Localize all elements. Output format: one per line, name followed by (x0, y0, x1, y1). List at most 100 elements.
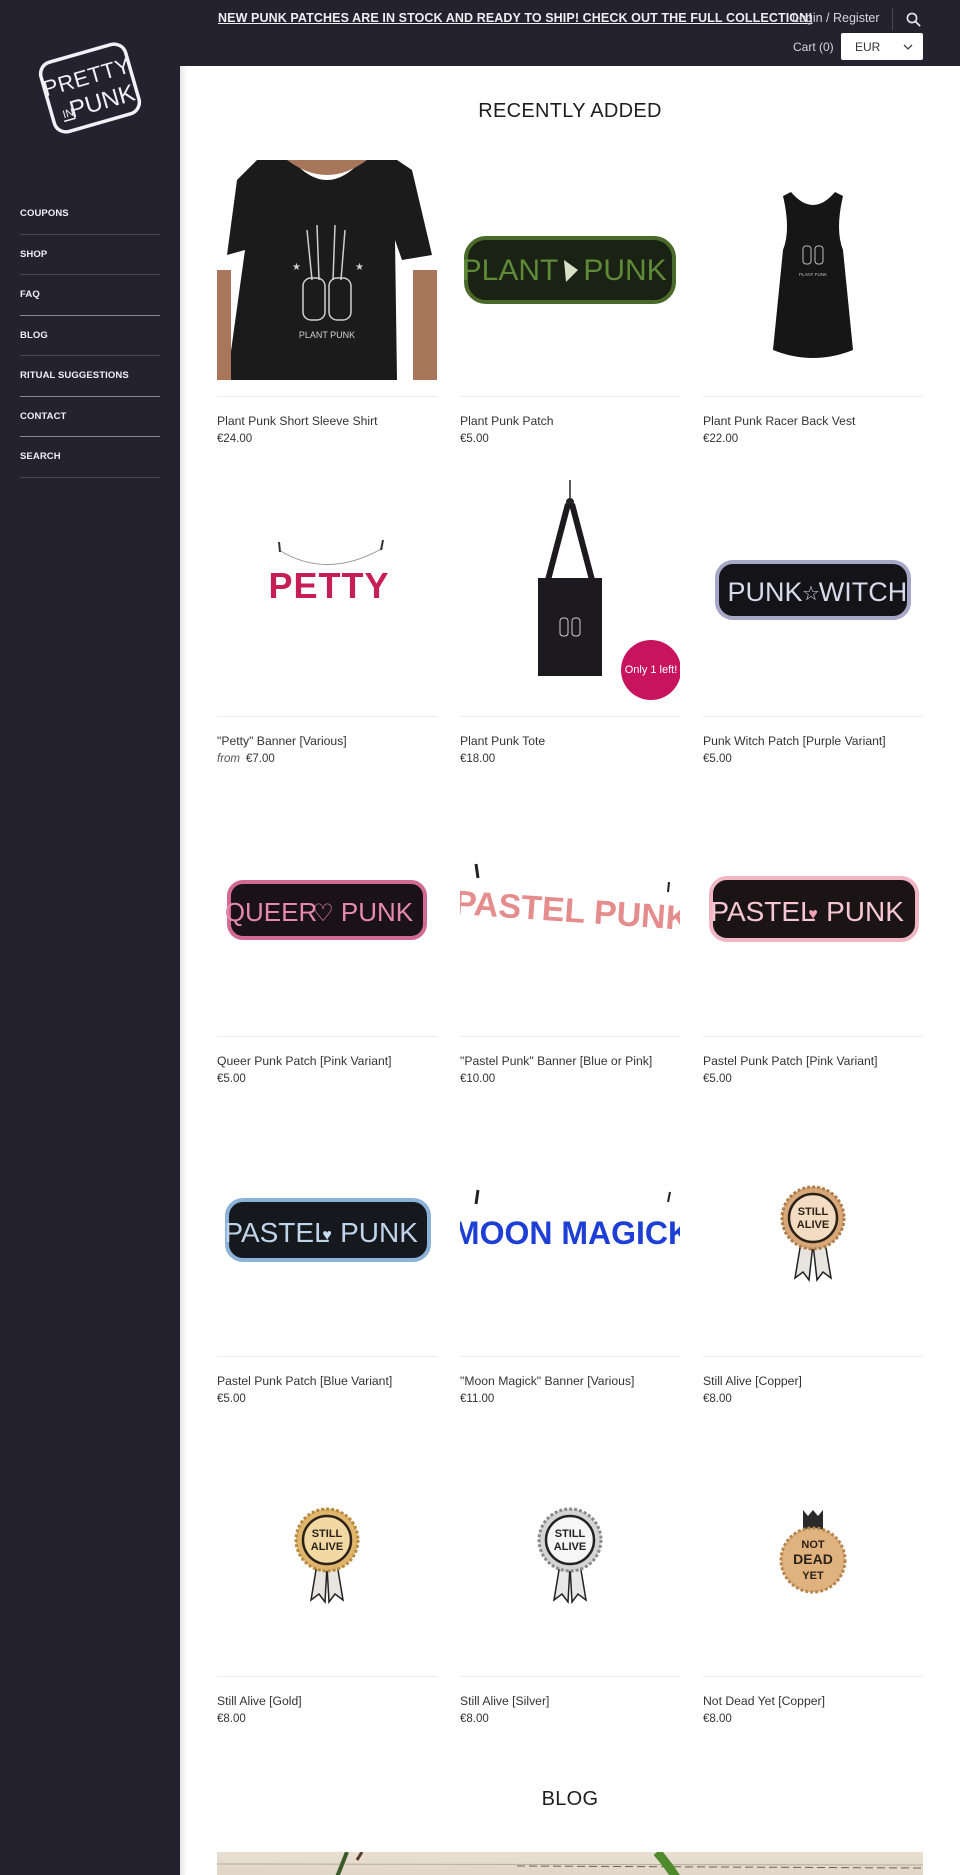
pin-text-line2: DEAD (793, 1551, 833, 1567)
sidebar-item-faq: FAQ (20, 275, 160, 316)
product-image-not-dead-yet[interactable]: NOT DEAD YET (703, 1440, 923, 1660)
product-image-pastel-pink-patch[interactable]: PASTEL ♥ PUNK (703, 800, 923, 1020)
stock-badge: Only 1 left! (621, 640, 680, 700)
currency-select[interactable]: EUR (841, 33, 923, 60)
svg-text:★: ★ (355, 262, 364, 273)
patch-text-left: PLANT (462, 254, 559, 287)
login-register-link[interactable]: Login / Register (792, 11, 880, 25)
sidebar-item-ritual-suggestions: RITUAL SUGGESTIONS (20, 356, 160, 397)
product-card[interactable]: STILL ALIVE Still Alive [Silver] €8.00 (460, 1440, 680, 1760)
card-divider (217, 716, 437, 717)
product-title[interactable]: Punk Witch Patch [Purple Variant] (703, 734, 886, 748)
card-divider (703, 1356, 923, 1357)
product-title[interactable]: Pastel Punk Patch [Blue Variant] (217, 1374, 392, 1388)
patch-illustration: PUNK ☆ WITCH (715, 560, 911, 620)
product-image-pastel-punk-banner[interactable]: PASTEL PUNK (460, 800, 680, 1020)
main-content: RECENTLY ADDED PLANT PUNK ★ ★ Plant Punk… (180, 66, 960, 1875)
product-card[interactable]: PLANT PUNK Plant Punk Racer Back Vest €2… (703, 160, 923, 480)
product-title[interactable]: Not Dead Yet [Copper] (703, 1694, 825, 1708)
product-title[interactable]: Plant Punk Tote (460, 734, 545, 748)
product-image-plant-punk-patch[interactable]: PLANT PUNK (460, 160, 680, 380)
sidebar-item-blog: BLOG (20, 316, 160, 356)
product-image-moon-magick-banner[interactable]: MOON MAGICK (460, 1120, 680, 1340)
logo-link[interactable]: PRETTY IN PUNK (36, 40, 144, 136)
product-image-still-alive-copper[interactable]: STILL ALIVE (703, 1120, 923, 1340)
product-card[interactable]: Only 1 left! Plant Punk Tote €18.00 (460, 480, 680, 800)
product-title[interactable]: Pastel Punk Patch [Pink Variant] (703, 1054, 878, 1068)
product-title[interactable]: Plant Punk Racer Back Vest (703, 414, 855, 428)
sidebar-link-contact[interactable]: CONTACT (20, 411, 160, 422)
card-divider (460, 1356, 680, 1357)
product-title[interactable]: Plant Punk Patch (460, 414, 554, 428)
product-card[interactable]: NOT DEAD YET Not Dead Yet [Copper] €8.00 (703, 1440, 923, 1760)
product-image-queer-punk-patch[interactable]: QUEER ♡ PUNK (217, 800, 437, 1020)
product-image-still-alive-silver[interactable]: STILL ALIVE (460, 1440, 680, 1660)
product-title[interactable]: "Pastel Punk" Banner [Blue or Pink] (460, 1054, 652, 1068)
product-price: €5.00 (703, 753, 732, 765)
sidebar-link-blog[interactable]: BLOG (20, 330, 160, 341)
sidebar-link-ritual-suggestions[interactable]: RITUAL SUGGESTIONS (20, 370, 160, 381)
product-card[interactable]: PASTEL PUNK "Pastel Punk" Banner [Blue o… (460, 800, 680, 1120)
blog-featured-image[interactable] (217, 1852, 923, 1875)
svg-text:★: ★ (292, 262, 301, 273)
product-image-petty-banner[interactable]: PETTY (217, 480, 437, 700)
svg-text:♥: ♥ (322, 1227, 332, 1244)
product-title[interactable]: Still Alive [Copper] (703, 1374, 802, 1388)
svg-text:PLANT PUNK: PLANT PUNK (799, 272, 827, 277)
price-value: €10.00 (460, 1073, 496, 1085)
svg-text:PLANT PUNK: PLANT PUNK (299, 330, 355, 340)
sidebar-item-coupons: COUPONS (20, 194, 160, 235)
pin-text-line1: STILL (798, 1206, 829, 1218)
product-card[interactable]: QUEER ♡ PUNK Queer Punk Patch [Pink Vari… (217, 800, 437, 1120)
product-image-vest[interactable]: PLANT PUNK (703, 160, 923, 380)
price-value: €22.00 (703, 433, 739, 445)
card-divider (703, 1036, 923, 1037)
product-card[interactable]: PETTY "Petty" Banner [Various] from €7.00 (217, 480, 437, 800)
product-card[interactable]: PLANT PUNK ★ ★ Plant Punk Short Sleeve S… (217, 160, 437, 480)
product-card[interactable]: PASTEL ♥ PUNK Pastel Punk Patch [Blue Va… (217, 1120, 437, 1440)
product-price: €8.00 (460, 1713, 489, 1725)
product-card[interactable]: PUNK ☆ WITCH Punk Witch Patch [Purple Va… (703, 480, 923, 800)
price-value: €8.00 (703, 1393, 732, 1405)
product-image-tote[interactable]: Only 1 left! (460, 480, 680, 700)
product-price: €5.00 (703, 1073, 732, 1085)
product-card[interactable]: STILL ALIVE Still Alive [Gold] €8.00 (217, 1440, 437, 1760)
blog-image-illustration (217, 1852, 923, 1875)
product-price: from €7.00 (217, 753, 275, 765)
price-value: €24.00 (217, 433, 253, 445)
product-title[interactable]: Still Alive [Silver] (460, 1694, 549, 1708)
patch-text-right: PUNK (340, 1217, 418, 1248)
sidebar-link-search[interactable]: SEARCH (20, 451, 160, 462)
product-title[interactable]: "Moon Magick" Banner [Various] (460, 1374, 634, 1388)
product-image-tshirt[interactable]: PLANT PUNK ★ ★ (217, 160, 437, 380)
product-image-still-alive-gold[interactable]: STILL ALIVE (217, 1440, 437, 1660)
product-image-punk-witch-patch[interactable]: PUNK ☆ WITCH (703, 480, 923, 700)
product-price: €8.00 (217, 1713, 246, 1725)
product-title[interactable]: Still Alive [Gold] (217, 1694, 302, 1708)
cart-link[interactable]: Cart (0) (793, 40, 834, 54)
card-divider (460, 716, 680, 717)
product-card[interactable]: PLANT PUNK Plant Punk Patch €5.00 (460, 160, 680, 480)
sidebar-item-search: SEARCH (20, 437, 160, 478)
announcement-link[interactable]: NEW PUNK PATCHES ARE IN STOCK AND READY … (218, 11, 813, 25)
search-button[interactable] (902, 8, 924, 30)
product-card[interactable]: MOON MAGICK "Moon Magick" Banner [Variou… (460, 1120, 680, 1440)
pin-illustration: STILL ALIVE (294, 1507, 360, 1605)
patch-text-right: PUNK (583, 254, 666, 287)
banner-illustration: PETTY (268, 539, 389, 606)
sidebar-link-faq[interactable]: FAQ (20, 289, 160, 300)
product-title[interactable]: Queer Punk Patch [Pink Variant] (217, 1054, 392, 1068)
product-card[interactable]: STILL ALIVE Still Alive [Copper] €8.00 (703, 1120, 923, 1440)
product-card[interactable]: PASTEL ♥ PUNK Pastel Punk Patch [Pink Va… (703, 800, 923, 1120)
patch-text-right: WITCH (819, 577, 907, 607)
product-price: €8.00 (703, 1393, 732, 1405)
product-image-pastel-blue-patch[interactable]: PASTEL ♥ PUNK (217, 1120, 437, 1340)
recently-added-title: RECENTLY ADDED (478, 100, 662, 122)
sidebar-link-coupons[interactable]: COUPONS (20, 208, 160, 219)
product-title[interactable]: "Petty" Banner [Various] (217, 734, 347, 748)
product-grid: PLANT PUNK ★ ★ Plant Punk Short Sleeve S… (217, 160, 923, 1760)
product-price: €8.00 (703, 1713, 732, 1725)
product-title[interactable]: Plant Punk Short Sleeve Shirt (217, 414, 378, 428)
sidebar-link-shop[interactable]: SHOP (20, 249, 160, 260)
patch-text-right: PUNK (341, 897, 414, 927)
